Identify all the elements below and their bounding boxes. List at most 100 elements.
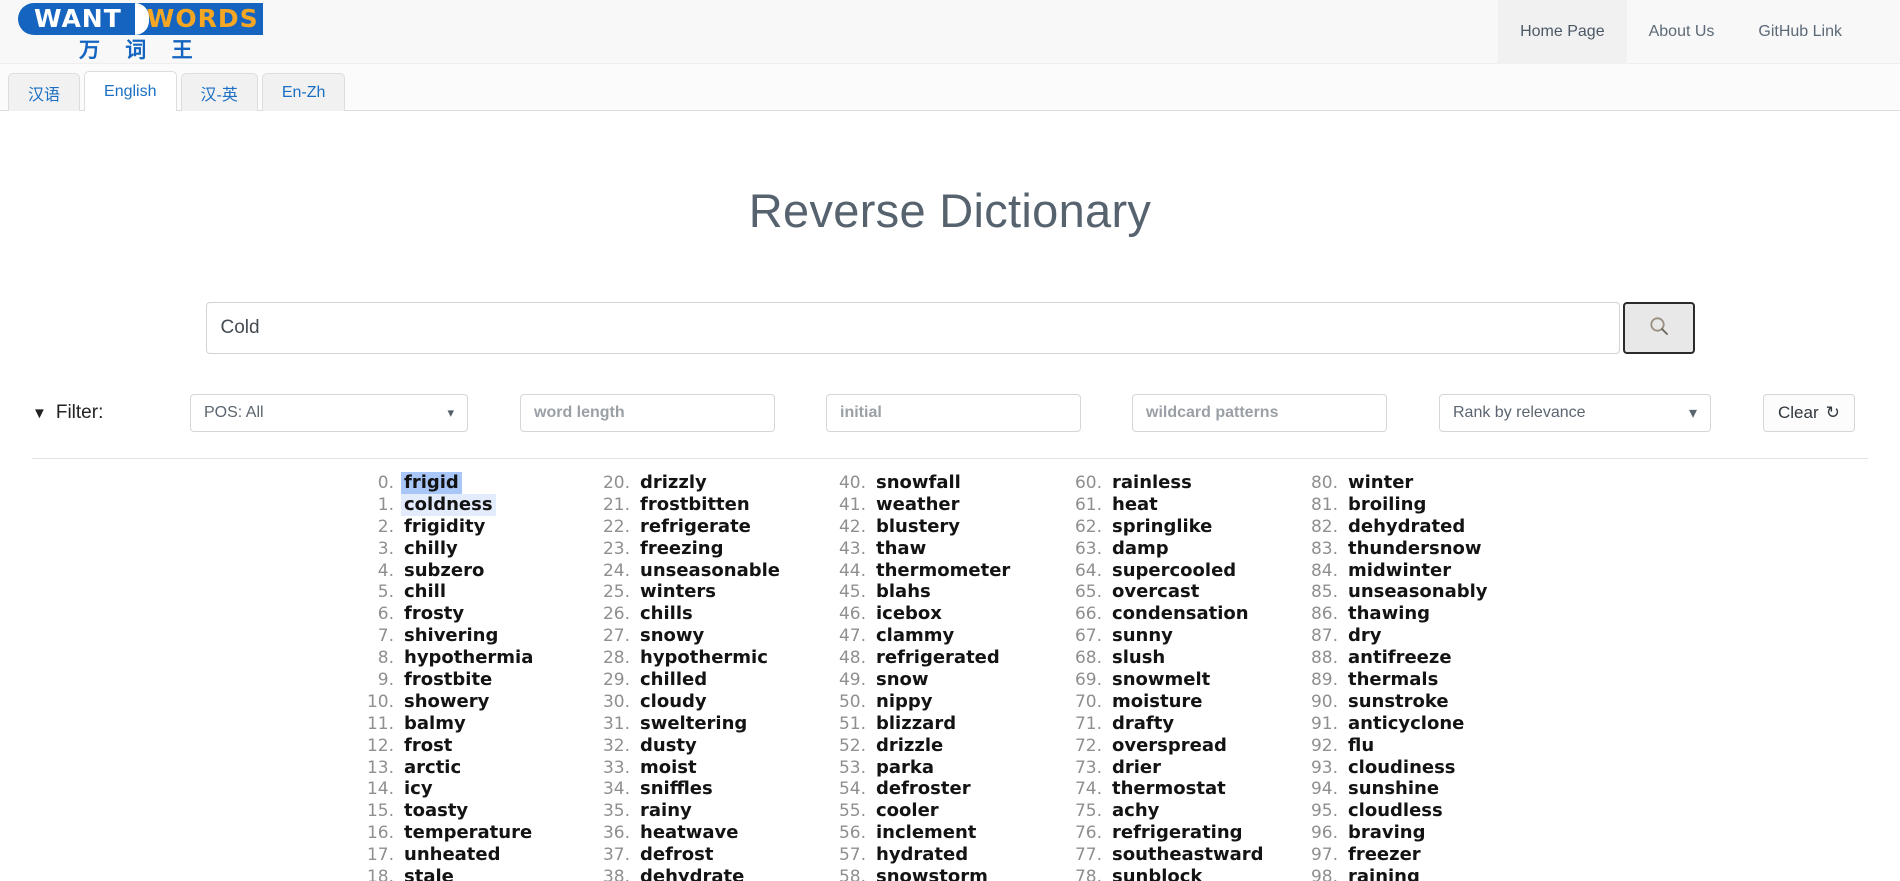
result-word[interactable]: balmy bbox=[401, 713, 469, 735]
result-word[interactable]: rainy bbox=[637, 800, 695, 822]
result-word[interactable]: chills bbox=[637, 603, 696, 625]
result-word[interactable]: winters bbox=[637, 581, 719, 603]
result-word[interactable]: thermostat bbox=[1109, 778, 1229, 800]
result-word[interactable]: subzero bbox=[401, 560, 487, 582]
search-button[interactable] bbox=[1622, 302, 1695, 354]
result-word[interactable]: freezing bbox=[637, 538, 726, 560]
result-word[interactable]: supercooled bbox=[1109, 560, 1239, 582]
result-word[interactable]: thermals bbox=[1345, 669, 1441, 691]
result-word[interactable]: frosty bbox=[401, 603, 467, 625]
result-word[interactable]: clammy bbox=[873, 625, 957, 647]
result-word[interactable]: dry bbox=[1345, 625, 1385, 647]
result-word[interactable]: moist bbox=[637, 757, 700, 779]
initial-input[interactable]: initial bbox=[826, 394, 1081, 432]
clear-button[interactable]: Clear ↻ bbox=[1763, 394, 1855, 432]
result-word[interactable]: sunblock bbox=[1109, 866, 1205, 881]
result-word[interactable]: antifreeze bbox=[1345, 647, 1455, 669]
result-word[interactable]: thaw bbox=[873, 538, 929, 560]
result-word[interactable]: unseasonably bbox=[1345, 581, 1491, 603]
result-word[interactable]: refrigerate bbox=[637, 516, 754, 538]
tab-en-zh[interactable]: En-Zh bbox=[261, 73, 346, 111]
result-word[interactable]: frost bbox=[401, 735, 455, 757]
result-word[interactable]: frigidity bbox=[401, 516, 488, 538]
result-word[interactable]: anticyclone bbox=[1345, 713, 1467, 735]
result-word[interactable]: inclement bbox=[873, 822, 979, 844]
result-word[interactable]: temperature bbox=[401, 822, 535, 844]
result-word[interactable]: arctic bbox=[401, 757, 464, 779]
result-word[interactable]: cooler bbox=[873, 800, 942, 822]
result-word[interactable]: rainless bbox=[1109, 472, 1195, 494]
result-word[interactable]: weather bbox=[873, 494, 963, 516]
result-word[interactable]: snowy bbox=[637, 625, 707, 647]
result-word[interactable]: slush bbox=[1109, 647, 1168, 669]
result-word[interactable]: southeastward bbox=[1109, 844, 1267, 866]
result-word[interactable]: toasty bbox=[401, 800, 471, 822]
result-word[interactable]: drafty bbox=[1109, 713, 1177, 735]
result-word[interactable]: sniffles bbox=[637, 778, 716, 800]
result-word[interactable]: cloudless bbox=[1345, 800, 1446, 822]
result-word[interactable]: dusty bbox=[637, 735, 700, 757]
result-word[interactable]: braving bbox=[1345, 822, 1429, 844]
result-word[interactable]: achy bbox=[1109, 800, 1162, 822]
result-word[interactable]: unseasonable bbox=[637, 560, 783, 582]
result-word[interactable]: snowstorm bbox=[873, 866, 991, 881]
tab-zh-en[interactable]: 汉-英 bbox=[180, 73, 258, 111]
result-word[interactable]: blizzard bbox=[873, 713, 959, 735]
result-word[interactable]: drizzly bbox=[637, 472, 710, 494]
result-word[interactable]: nippy bbox=[873, 691, 936, 713]
result-word[interactable]: frostbite bbox=[401, 669, 495, 691]
result-word[interactable]: blahs bbox=[873, 581, 934, 603]
result-word[interactable]: defroster bbox=[873, 778, 974, 800]
result-word[interactable]: hydrated bbox=[873, 844, 971, 866]
result-word[interactable]: drizzle bbox=[873, 735, 946, 757]
result-word[interactable]: broiling bbox=[1345, 494, 1429, 516]
result-word[interactable]: hypothermia bbox=[401, 647, 536, 669]
result-word[interactable]: unheated bbox=[401, 844, 504, 866]
nav-item-about-us[interactable]: About Us bbox=[1627, 0, 1737, 64]
result-word[interactable]: flu bbox=[1345, 735, 1377, 757]
nav-item-home-page[interactable]: Home Page bbox=[1498, 0, 1627, 64]
tab-chinese[interactable]: 汉语 bbox=[8, 73, 81, 111]
result-word[interactable]: dehydrated bbox=[1345, 516, 1468, 538]
result-word[interactable]: coldness bbox=[401, 493, 496, 516]
result-word[interactable]: blustery bbox=[873, 516, 963, 538]
result-word[interactable]: sunstroke bbox=[1345, 691, 1452, 713]
result-word[interactable]: springlike bbox=[1109, 516, 1215, 538]
result-word[interactable]: cloudiness bbox=[1345, 757, 1459, 779]
word-length-input[interactable]: word length bbox=[520, 394, 775, 432]
result-word[interactable]: winter bbox=[1345, 472, 1416, 494]
search-input[interactable]: Cold bbox=[205, 302, 1620, 354]
result-word[interactable]: sunny bbox=[1109, 625, 1176, 647]
result-word[interactable]: damp bbox=[1109, 538, 1172, 560]
nav-item-github-link[interactable]: GitHub Link bbox=[1736, 0, 1864, 64]
result-word[interactable]: snow bbox=[873, 669, 932, 691]
site-logo[interactable]: WANT WORDS 万 词 王 bbox=[18, 2, 263, 61]
result-word[interactable]: chilled bbox=[637, 669, 710, 691]
result-word[interactable]: condensation bbox=[1109, 603, 1252, 625]
result-word[interactable]: freezer bbox=[1345, 844, 1424, 866]
result-word[interactable]: icebox bbox=[873, 603, 945, 625]
result-word[interactable]: refrigerated bbox=[873, 647, 1003, 669]
result-word[interactable]: frigid bbox=[401, 472, 462, 494]
result-word[interactable]: thundersnow bbox=[1345, 538, 1485, 560]
result-word[interactable]: shivering bbox=[401, 625, 501, 647]
wildcard-patterns-input[interactable]: wildcard patterns bbox=[1132, 394, 1387, 432]
result-word[interactable]: overcast bbox=[1109, 581, 1202, 603]
result-word[interactable]: hypothermic bbox=[637, 647, 771, 669]
result-word[interactable]: refrigerating bbox=[1109, 822, 1246, 844]
result-word[interactable]: parka bbox=[873, 757, 937, 779]
result-word[interactable]: thawing bbox=[1345, 603, 1433, 625]
result-word[interactable]: overspread bbox=[1109, 735, 1230, 757]
result-word[interactable]: thermometer bbox=[873, 560, 1013, 582]
result-word[interactable]: stale bbox=[401, 866, 457, 881]
result-word[interactable]: sunshine bbox=[1345, 778, 1442, 800]
result-word[interactable]: showery bbox=[401, 691, 492, 713]
result-word[interactable]: midwinter bbox=[1345, 560, 1454, 582]
result-word[interactable]: chilly bbox=[401, 538, 461, 560]
result-word[interactable]: heat bbox=[1109, 494, 1161, 516]
tab-english[interactable]: English bbox=[84, 71, 177, 111]
result-word[interactable]: dehydrate bbox=[637, 866, 747, 881]
result-word[interactable]: chill bbox=[401, 581, 449, 603]
result-word[interactable]: moisture bbox=[1109, 691, 1206, 713]
result-word[interactable]: snowfall bbox=[873, 472, 964, 494]
